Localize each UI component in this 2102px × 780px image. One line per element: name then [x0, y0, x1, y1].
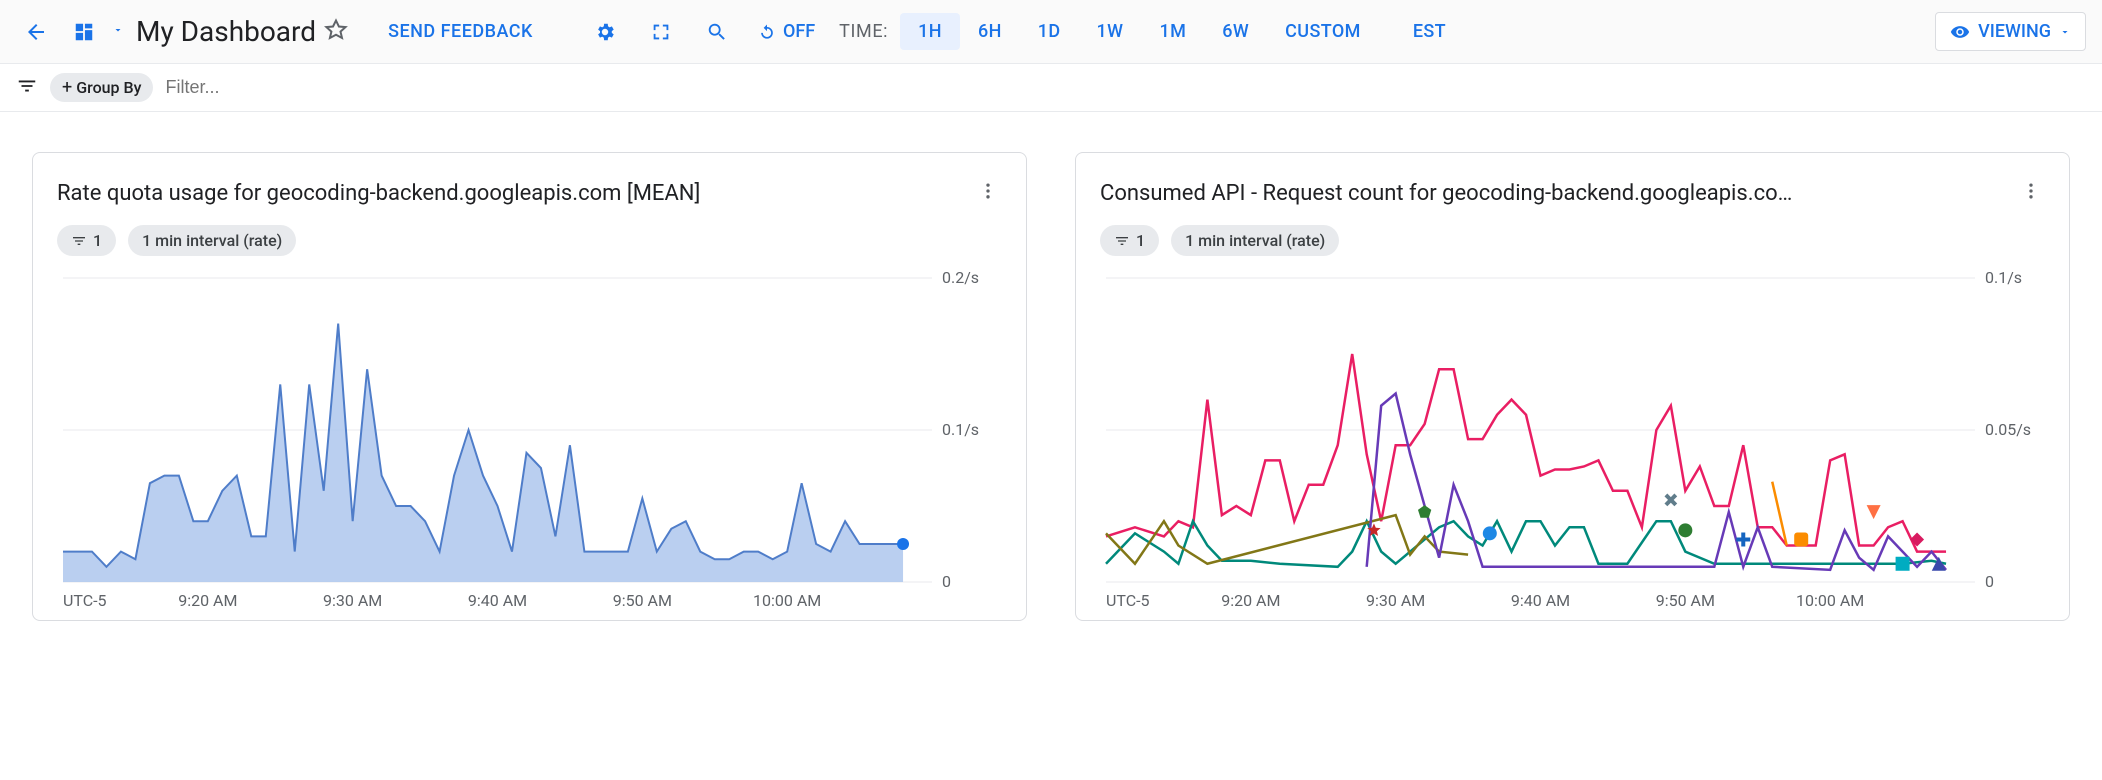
time-btn-6w[interactable]: 6W	[1204, 13, 1267, 50]
chart-title: Consumed API - Request count for geocodi…	[1100, 181, 2009, 206]
filter-count-chip[interactable]: 1	[57, 225, 116, 256]
auto-refresh-label: OFF	[783, 21, 815, 42]
chart-grid: Rate quota usage for geocoding-backend.g…	[0, 112, 2102, 661]
dashboard-dropdown-caret-icon[interactable]	[112, 24, 124, 40]
dashboard-layout-icon[interactable]	[64, 12, 104, 52]
filter-count-value: 1	[1136, 231, 1145, 250]
fullscreen-icon[interactable]	[645, 16, 677, 48]
timezone-btn[interactable]: EST	[1395, 13, 1464, 50]
auto-refresh-toggle[interactable]: OFF	[757, 21, 815, 42]
filter-list-icon[interactable]	[16, 75, 38, 101]
time-range-group: TIME: 1H 6H 1D 1W 1M 6W CUSTOM EST	[839, 13, 1464, 50]
viewing-mode-button[interactable]: VIEWING	[1935, 12, 2086, 51]
chart-card-rate-quota: Rate quota usage for geocoding-backend.g…	[32, 152, 1027, 621]
svg-text:9:40 AM: 9:40 AM	[1511, 591, 1570, 610]
svg-text:UTC-5: UTC-5	[63, 591, 107, 610]
page-title: My Dashboard	[136, 15, 316, 48]
header-bar: My Dashboard SEND FEEDBACK OFF TIME: 1H …	[0, 0, 2102, 64]
time-btn-1d[interactable]: 1D	[1020, 13, 1079, 50]
filter-count-chip[interactable]: 1	[1100, 225, 1159, 256]
time-btn-custom[interactable]: CUSTOM	[1267, 13, 1379, 50]
svg-text:0.1/s: 0.1/s	[942, 420, 979, 439]
time-btn-1w[interactable]: 1W	[1079, 13, 1142, 50]
svg-text:10:00 AM: 10:00 AM	[1796, 591, 1864, 610]
svg-text:0: 0	[1985, 572, 1994, 591]
time-label: TIME:	[839, 21, 888, 42]
svg-text:9:40 AM: 9:40 AM	[468, 591, 527, 610]
svg-text:9:50 AM: 9:50 AM	[1656, 591, 1715, 610]
time-btn-1m[interactable]: 1M	[1141, 13, 1204, 50]
send-feedback-link[interactable]: SEND FEEDBACK	[388, 21, 533, 42]
svg-text:9:30 AM: 9:30 AM	[323, 591, 382, 610]
svg-text:0.1/s: 0.1/s	[1985, 268, 2022, 287]
card-menu-icon[interactable]	[974, 177, 1002, 209]
time-btn-6h[interactable]: 6H	[960, 13, 1020, 50]
viewing-mode-label: VIEWING	[1978, 21, 2051, 42]
interval-label: 1 min interval (rate)	[1185, 231, 1325, 250]
svg-text:9:20 AM: 9:20 AM	[178, 591, 237, 610]
svg-text:9:50 AM: 9:50 AM	[613, 591, 672, 610]
chart-plot-area[interactable]: 00.05/s0.1/sUTC-59:20 AM9:30 AM9:40 AM9:…	[1100, 272, 2045, 612]
chart-card-consumed-api: Consumed API - Request count for geocodi…	[1075, 152, 2070, 621]
favorite-star-icon[interactable]	[324, 18, 348, 46]
card-menu-icon[interactable]	[2017, 177, 2045, 209]
svg-text:9:30 AM: 9:30 AM	[1366, 591, 1425, 610]
filter-count-value: 1	[93, 231, 102, 250]
group-by-chip[interactable]: + Group By	[50, 73, 153, 102]
time-btn-1h[interactable]: 1H	[900, 13, 960, 50]
filter-row: + Group By	[0, 64, 2102, 112]
back-arrow-icon[interactable]	[16, 12, 56, 52]
svg-text:0.2/s: 0.2/s	[942, 268, 979, 287]
interval-label: 1 min interval (rate)	[142, 231, 282, 250]
filter-input[interactable]	[165, 77, 2086, 98]
interval-chip[interactable]: 1 min interval (rate)	[1171, 225, 1339, 256]
svg-text:9:20 AM: 9:20 AM	[1221, 591, 1280, 610]
interval-chip[interactable]: 1 min interval (rate)	[128, 225, 296, 256]
svg-text:10:00 AM: 10:00 AM	[753, 591, 821, 610]
chart-title: Rate quota usage for geocoding-backend.g…	[57, 181, 966, 206]
zoom-reset-icon[interactable]	[701, 16, 733, 48]
svg-text:0: 0	[942, 572, 951, 591]
settings-gear-icon[interactable]	[589, 16, 621, 48]
svg-text:UTC-5: UTC-5	[1106, 591, 1150, 610]
chart-plot-area[interactable]: 00.1/s0.2/sUTC-59:20 AM9:30 AM9:40 AM9:5…	[57, 272, 1002, 612]
group-by-label: Group By	[76, 78, 141, 97]
svg-text:0.05/s: 0.05/s	[1985, 420, 2031, 439]
